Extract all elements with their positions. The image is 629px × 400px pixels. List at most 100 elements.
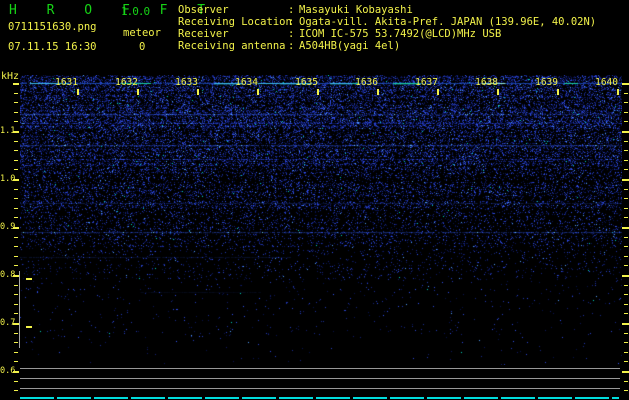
freq-major-tick-left <box>13 227 19 229</box>
freq-minor-tick-left <box>14 189 18 190</box>
freq-minor-tick-right <box>624 390 628 391</box>
time-label: 1634 <box>235 77 258 88</box>
freq-minor-tick-left <box>14 150 18 151</box>
info-row-observer: Observer : Masayuki Kobayashi <box>178 4 628 16</box>
level-grid-line <box>20 388 620 389</box>
time-label: 1635 <box>295 77 318 88</box>
freq-minor-tick-left <box>14 361 18 362</box>
freq-minor-tick-left <box>14 246 18 247</box>
app-version: 1.0.0 <box>121 5 150 18</box>
freq-minor-tick-right <box>624 198 628 199</box>
freq-minor-tick-right <box>624 141 628 142</box>
freq-major-tick-right <box>622 83 629 85</box>
freq-minor-tick-left <box>14 217 18 218</box>
datetime-stamp: 07.11.15 16:30 <box>8 41 97 53</box>
freq-major-tick-right <box>622 275 629 277</box>
freq-major-tick-left <box>13 83 19 85</box>
freq-minor-tick-right <box>624 112 628 113</box>
freq-major-tick-left <box>13 179 19 181</box>
time-tick <box>257 89 259 95</box>
freq-minor-tick-right <box>624 160 628 161</box>
freq-minor-tick-right <box>624 102 628 103</box>
freq-minor-tick-left <box>14 294 18 295</box>
freq-minor-tick-right <box>624 313 628 314</box>
meteor-count: 0 <box>139 41 146 53</box>
time-label: 1640 <box>595 77 618 88</box>
freq-label: 0.8 <box>0 270 16 280</box>
station-info-table: Observer : Masayuki Kobayashi Receiving … <box>178 4 628 52</box>
freq-minor-tick-left <box>14 121 18 122</box>
info-colon: : <box>288 40 295 52</box>
time-label: 1637 <box>415 77 438 88</box>
freq-minor-tick-right <box>624 333 628 334</box>
freq-minor-tick-left <box>14 342 18 343</box>
freq-major-tick-right <box>622 227 629 229</box>
freq-major-tick-inner <box>26 278 32 280</box>
freq-minor-tick-left <box>14 381 18 382</box>
time-tick <box>497 89 499 95</box>
freq-minor-tick-left <box>14 237 18 238</box>
info-colon: : <box>288 4 295 16</box>
freq-minor-tick-right <box>624 217 628 218</box>
freq-minor-tick-left <box>14 304 18 305</box>
freq-minor-tick-left <box>14 265 18 266</box>
freq-minor-tick-left <box>14 208 18 209</box>
freq-minor-tick-left <box>14 352 18 353</box>
level-grid-line <box>20 368 620 369</box>
freq-minor-tick-right <box>624 246 628 247</box>
freq-minor-tick-right <box>624 208 628 209</box>
freq-minor-tick-right <box>624 121 628 122</box>
info-row-location: Receiving Location : Ogata-vill. Akita-P… <box>178 16 628 28</box>
info-label: Receiving antenna <box>178 40 286 52</box>
time-tick <box>377 89 379 95</box>
freq-major-tick-inner <box>26 326 32 328</box>
info-colon: : <box>288 28 295 40</box>
freq-minor-tick-right <box>624 150 628 151</box>
hrofft-window: H R O F F T 1.0.0 0711151630.png meteor … <box>0 0 629 400</box>
time-tick <box>197 89 199 95</box>
freq-minor-tick-left <box>14 102 18 103</box>
info-colon: : <box>288 16 295 28</box>
time-label: 1631 <box>55 77 78 88</box>
time-tick <box>437 89 439 95</box>
info-value: ICOM IC-575 53.7492(@LCD)MHz USB <box>299 28 502 40</box>
freq-minor-tick-left <box>14 141 18 142</box>
freq-major-tick-left <box>13 131 19 133</box>
freq-minor-tick-left <box>14 313 18 314</box>
info-value: A504HB(yagi 4el) <box>299 40 401 52</box>
freq-minor-tick-right <box>624 342 628 343</box>
freq-minor-tick-left <box>14 160 18 161</box>
freq-minor-tick-left <box>14 93 18 94</box>
freq-major-tick-right <box>622 371 629 373</box>
freq-label: 1.0 <box>0 174 16 184</box>
freq-minor-tick-right <box>624 93 628 94</box>
freq-minor-tick-right <box>624 352 628 353</box>
info-value: Ogata-vill. Akita-Pref. JAPAN (139.96E, … <box>299 16 597 28</box>
freq-minor-tick-left <box>14 285 18 286</box>
info-label: Observer <box>178 4 229 16</box>
freq-minor-tick-right <box>624 169 628 170</box>
freq-label: 0.6 <box>0 366 16 376</box>
info-label: Receiving Location <box>178 16 292 28</box>
time-label: 1636 <box>355 77 378 88</box>
freq-major-tick-left <box>13 371 19 373</box>
time-tick <box>77 89 79 95</box>
time-label: 1633 <box>175 77 198 88</box>
time-tick <box>617 89 619 95</box>
freq-minor-tick-right <box>624 304 628 305</box>
time-tick <box>317 89 319 95</box>
freq-minor-tick-right <box>624 237 628 238</box>
freq-minor-tick-right <box>624 381 628 382</box>
freq-minor-tick-left <box>14 256 18 257</box>
freq-label: 0.7 <box>0 318 16 328</box>
freq-minor-tick-right <box>624 265 628 266</box>
level-grid-line <box>20 378 620 379</box>
freq-minor-tick-right <box>624 361 628 362</box>
freq-minor-tick-left <box>14 169 18 170</box>
signal-baseline-cyan-dashed <box>20 397 619 399</box>
freq-minor-tick-left <box>14 112 18 113</box>
freq-minor-tick-right <box>624 285 628 286</box>
info-row-antenna: Receiving antenna : A504HB(yagi 4el) <box>178 40 628 52</box>
info-label: Receiver <box>178 28 229 40</box>
info-value: Masayuki Kobayashi <box>299 4 413 16</box>
